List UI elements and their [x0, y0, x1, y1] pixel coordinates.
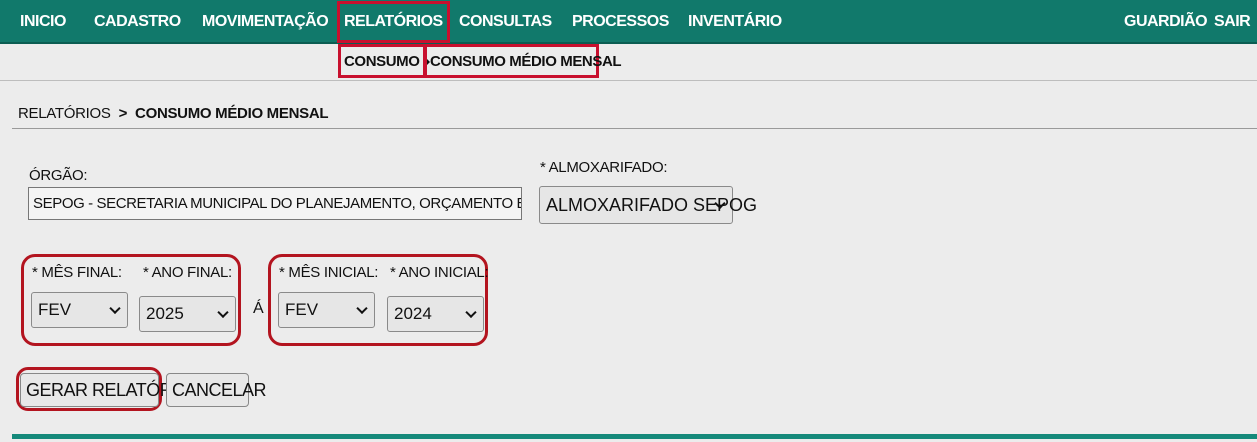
- orgao-label: ÓRGÃO:: [29, 167, 88, 184]
- top-nav-bar: INICIO CADASTRO MOVIMENTAÇÃO RELATÓRIOS …: [0, 0, 1257, 44]
- mes-inicial-label: * MÊS INICIAL:: [279, 264, 379, 281]
- bottom-divider: [12, 434, 1257, 439]
- chevron-down-icon: [465, 306, 477, 319]
- nav-processos[interactable]: PROCESSOS: [572, 0, 669, 44]
- mes-final-value: FEV: [38, 300, 72, 319]
- nav-sair[interactable]: SAIR: [1214, 0, 1251, 44]
- ano-inicial-value: 2024: [394, 304, 432, 323]
- nav-cadastro[interactable]: CADASTRO: [94, 0, 181, 44]
- submenu-consumo-label: CONSUMO: [344, 53, 420, 70]
- submenu-consumo-medio-label: CONSUMO MÉDIO MENSAL: [430, 53, 622, 70]
- breadcrumb-separator: >: [118, 105, 128, 122]
- nav-guardiao[interactable]: GUARDIÃO: [1124, 0, 1208, 44]
- sub-nav-bar: CONSUMO CONSUMO MÉDIO MENSAL: [0, 44, 1257, 81]
- gerar-relatorio-button[interactable]: GERAR RELATÓRIO: [20, 373, 191, 407]
- almoxarifado-select[interactable]: ALMOXARIFADO SEPOG: [539, 186, 757, 224]
- range-separator: Á: [253, 300, 264, 317]
- mes-inicial-value: FEV: [285, 300, 319, 319]
- submenu-consumo-medio-mensal[interactable]: CONSUMO MÉDIO MENSAL: [424, 44, 622, 78]
- nav-inventario[interactable]: INVENTÁRIO: [688, 0, 782, 44]
- chevron-down-icon: [109, 302, 121, 315]
- breadcrumb: RELATÓRIOS > CONSUMO MÉDIO MENSAL: [18, 105, 329, 122]
- submenu-consumo[interactable]: CONSUMO: [338, 44, 430, 78]
- mes-final-label: * MÊS FINAL:: [32, 264, 122, 281]
- ano-final-select[interactable]: 2025: [139, 296, 236, 332]
- chevron-down-icon: [217, 306, 229, 319]
- ano-inicial-select[interactable]: 2024: [387, 296, 484, 332]
- chevron-down-icon: [356, 302, 368, 315]
- nav-consultas[interactable]: CONSULTAS: [459, 0, 552, 44]
- breadcrumb-current: CONSUMO MÉDIO MENSAL: [135, 105, 329, 122]
- almoxarifado-value: ALMOXARIFADO SEPOG: [546, 195, 758, 215]
- mes-final-select[interactable]: FEV: [31, 292, 128, 328]
- orgao-field: SEPOG - SECRETARIA MUNICIPAL DO PLANEJAM…: [28, 187, 522, 220]
- nav-relatorios[interactable]: RELATÓRIOS: [337, 1, 450, 43]
- ano-final-value: 2025: [146, 304, 184, 323]
- nav-inicio[interactable]: INICIO: [20, 0, 66, 44]
- ano-inicial-label: * ANO INICIAL:: [390, 264, 489, 281]
- ano-final-label: * ANO FINAL:: [143, 264, 232, 281]
- breadcrumb-root[interactable]: RELATÓRIOS: [18, 105, 111, 122]
- breadcrumb-divider: [12, 128, 1257, 129]
- almoxarifado-label: * ALMOXARIFADO:: [540, 159, 668, 176]
- nav-movimentacao[interactable]: MOVIMENTAÇÃO: [202, 0, 329, 44]
- mes-inicial-select[interactable]: FEV: [278, 292, 375, 328]
- cancelar-button[interactable]: CANCELAR: [166, 373, 267, 407]
